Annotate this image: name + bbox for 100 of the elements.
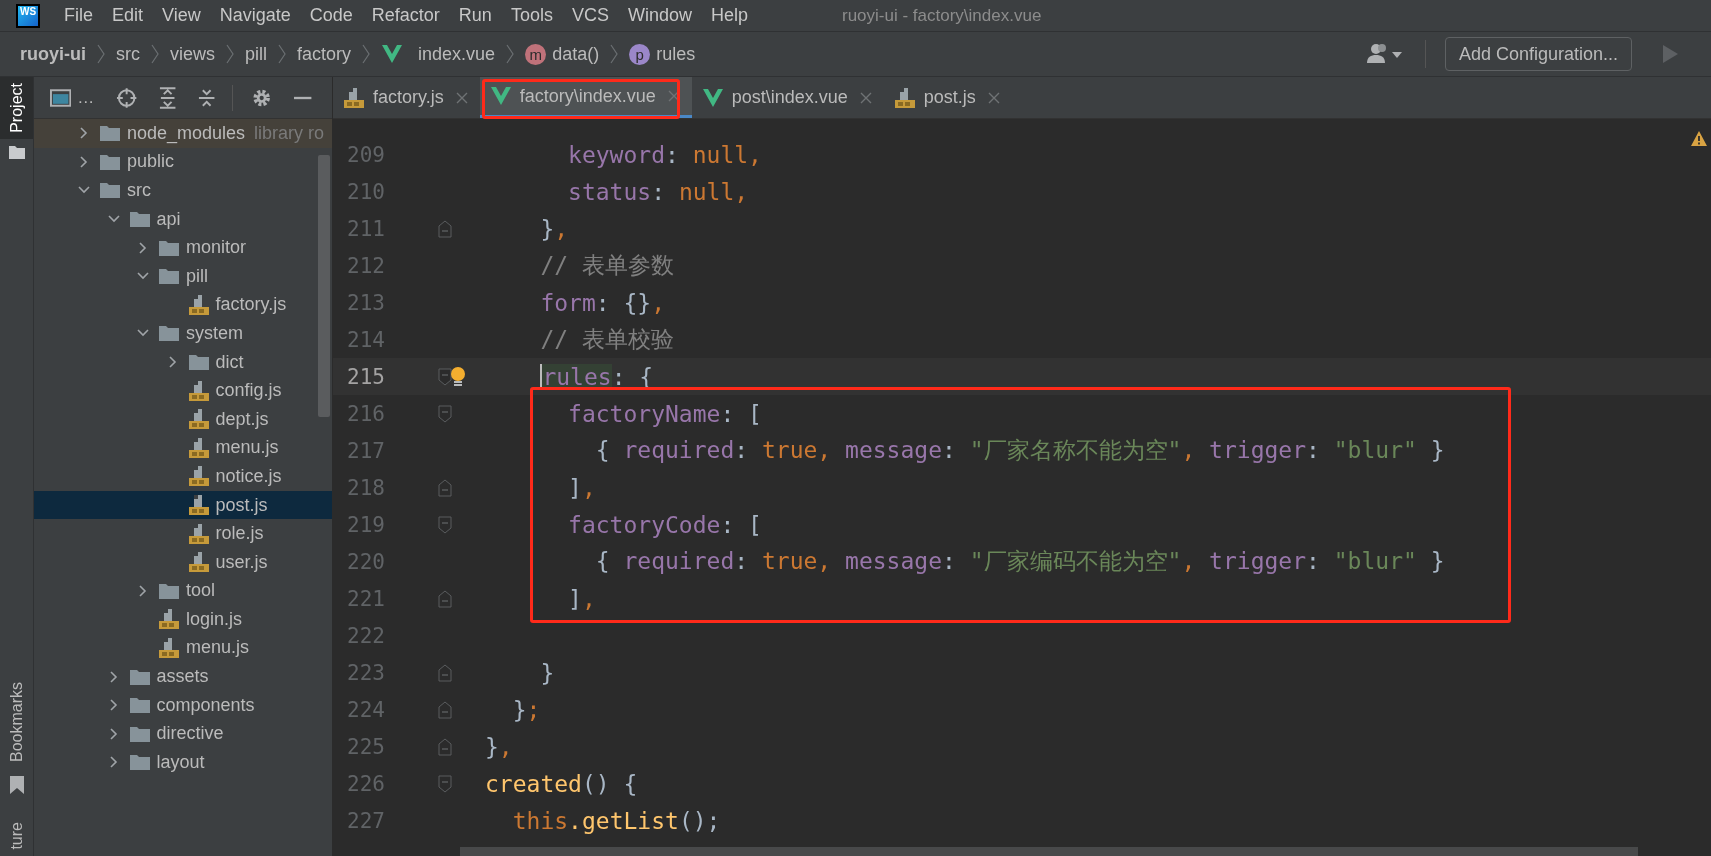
- menu-item[interactable]: Navigate: [219, 5, 291, 26]
- tool-window-tab[interactable]: Bookmarks: [0, 676, 33, 769]
- code-line: keyword: null,: [567, 141, 762, 168]
- fold-marker-icon[interactable]: [438, 515, 452, 534]
- breadcrumb-item[interactable]: data(): [552, 43, 600, 65]
- panel-title[interactable]: …: [77, 87, 95, 108]
- fold-marker-icon[interactable]: [438, 774, 452, 793]
- fold-marker-icon[interactable]: [438, 737, 452, 756]
- js-file-icon: [187, 408, 210, 431]
- js-file-icon: [187, 551, 210, 574]
- folder-icon: [8, 144, 25, 159]
- tree-item[interactable]: dict: [34, 347, 332, 377]
- breadcrumb-item[interactable]: views: [170, 43, 215, 65]
- code-line: { required: true, message: "厂家编码不能为空", trigger: "blur" }: [594, 547, 1445, 576]
- line-number: 225: [346, 734, 385, 759]
- window-title: ruoyi-ui - factory\index.vue: [842, 5, 1042, 26]
- tree-item[interactable]: components: [34, 690, 332, 720]
- breadcrumb-item[interactable]: factory: [297, 43, 352, 65]
- menu-item[interactable]: Edit: [112, 5, 144, 26]
- tree-item[interactable]: api: [34, 204, 332, 234]
- breadcrumb-item[interactable]: ruoyi-ui: [20, 43, 86, 65]
- menu-item[interactable]: File: [64, 5, 93, 26]
- tree-item[interactable]: layout: [34, 748, 332, 777]
- tool-window-tab[interactable]: ture: [0, 816, 33, 856]
- breadcrumb-item[interactable]: index.vue: [418, 43, 496, 65]
- window-icon[interactable]: [50, 88, 72, 107]
- tree-item[interactable]: src: [34, 176, 332, 205]
- tree-item[interactable]: dept.js: [34, 404, 332, 434]
- editor-tab[interactable]: factory.js: [333, 77, 480, 118]
- js-file-icon: [158, 637, 180, 659]
- method-badge: m: [525, 43, 547, 65]
- chevron-right-icon: [362, 43, 371, 65]
- tree-item[interactable]: notice.js: [34, 462, 332, 491]
- code-line: }: [539, 659, 555, 686]
- lightbulb-icon[interactable]: [450, 365, 466, 388]
- menu-item[interactable]: Help: [710, 5, 748, 26]
- scrollbar-thumb[interactable]: [460, 847, 1638, 856]
- menu-item[interactable]: Tools: [510, 5, 553, 26]
- add-configuration-button[interactable]: Add Configuration...: [1444, 37, 1632, 71]
- code-line: factoryCode: [: [567, 511, 762, 538]
- tree-item[interactable]: config.js: [34, 376, 332, 405]
- scrollbar-thumb[interactable]: [318, 155, 330, 417]
- editor-tab[interactable]: post.js: [883, 77, 1012, 118]
- tree-item[interactable]: node_modules library ro: [34, 119, 332, 148]
- menu-item[interactable]: Run: [458, 5, 492, 26]
- code-line: status: null,: [567, 178, 749, 205]
- editor-tab[interactable]: factory\index.vue: [479, 77, 692, 118]
- fold-marker-icon[interactable]: [438, 478, 452, 497]
- menu-item[interactable]: Window: [627, 5, 692, 26]
- fold-marker-icon[interactable]: [438, 700, 452, 719]
- tree-item[interactable]: post.js: [34, 490, 332, 520]
- close-icon[interactable]: [859, 91, 872, 104]
- folder-icon: [187, 353, 210, 372]
- vue-icon: [701, 87, 724, 108]
- tree-item[interactable]: directive: [34, 719, 332, 749]
- tree-item[interactable]: tool: [34, 576, 332, 606]
- close-icon[interactable]: [455, 91, 468, 104]
- tree-item[interactable]: monitor: [34, 233, 332, 262]
- folder-icon: [158, 267, 180, 286]
- tool-window-tab[interactable]: Project: [0, 77, 33, 139]
- tree-item[interactable]: login.js: [34, 605, 332, 634]
- fold-marker-icon[interactable]: [438, 367, 452, 386]
- menu-item[interactable]: Code: [309, 5, 353, 26]
- fold-marker-icon[interactable]: [438, 663, 452, 682]
- vue-icon: [381, 44, 404, 64]
- js-file-icon: [158, 608, 180, 631]
- fold-marker-icon[interactable]: [438, 589, 452, 608]
- code-line: this.getList();: [511, 807, 721, 834]
- expand-all-icon[interactable]: [157, 86, 177, 109]
- menu-item[interactable]: Refactor: [371, 5, 440, 26]
- tree-item[interactable]: system: [34, 319, 332, 348]
- line-number: 219: [346, 512, 385, 537]
- tree-item[interactable]: menu.js: [34, 633, 332, 663]
- menu-item[interactable]: View: [162, 5, 201, 26]
- chevron-right-icon: [610, 43, 619, 65]
- js-file-icon: [187, 494, 210, 516]
- tree-item[interactable]: assets: [34, 662, 332, 691]
- editor-tab[interactable]: post\index.vue: [691, 77, 884, 118]
- js-file-icon: [187, 379, 210, 402]
- breadcrumb-item[interactable]: rules: [656, 43, 696, 65]
- tree-item[interactable]: public: [34, 147, 332, 177]
- tree-item[interactable]: pill: [34, 261, 332, 291]
- fold-marker-icon[interactable]: [438, 219, 452, 238]
- tree-item[interactable]: menu.js: [34, 433, 332, 463]
- fold-marker-icon[interactable]: [438, 404, 452, 423]
- chevron-right-icon: [278, 43, 287, 65]
- breadcrumb-item[interactable]: src: [116, 43, 140, 65]
- locate-icon[interactable]: [116, 86, 138, 109]
- menu-item[interactable]: VCS: [571, 5, 609, 26]
- js-file-icon: [187, 436, 210, 459]
- tree-item[interactable]: factory.js: [34, 290, 332, 320]
- js-file-icon: [187, 293, 210, 316]
- tree-item[interactable]: user.js: [34, 547, 332, 577]
- tree-item[interactable]: role.js: [34, 519, 332, 548]
- close-icon[interactable]: [987, 91, 1000, 104]
- code-line: },: [539, 215, 569, 242]
- js-file-icon: [187, 522, 210, 545]
- breadcrumb-item[interactable]: pill: [245, 43, 268, 65]
- chevron-right-icon: [151, 43, 159, 65]
- js-file-icon: [343, 86, 365, 109]
